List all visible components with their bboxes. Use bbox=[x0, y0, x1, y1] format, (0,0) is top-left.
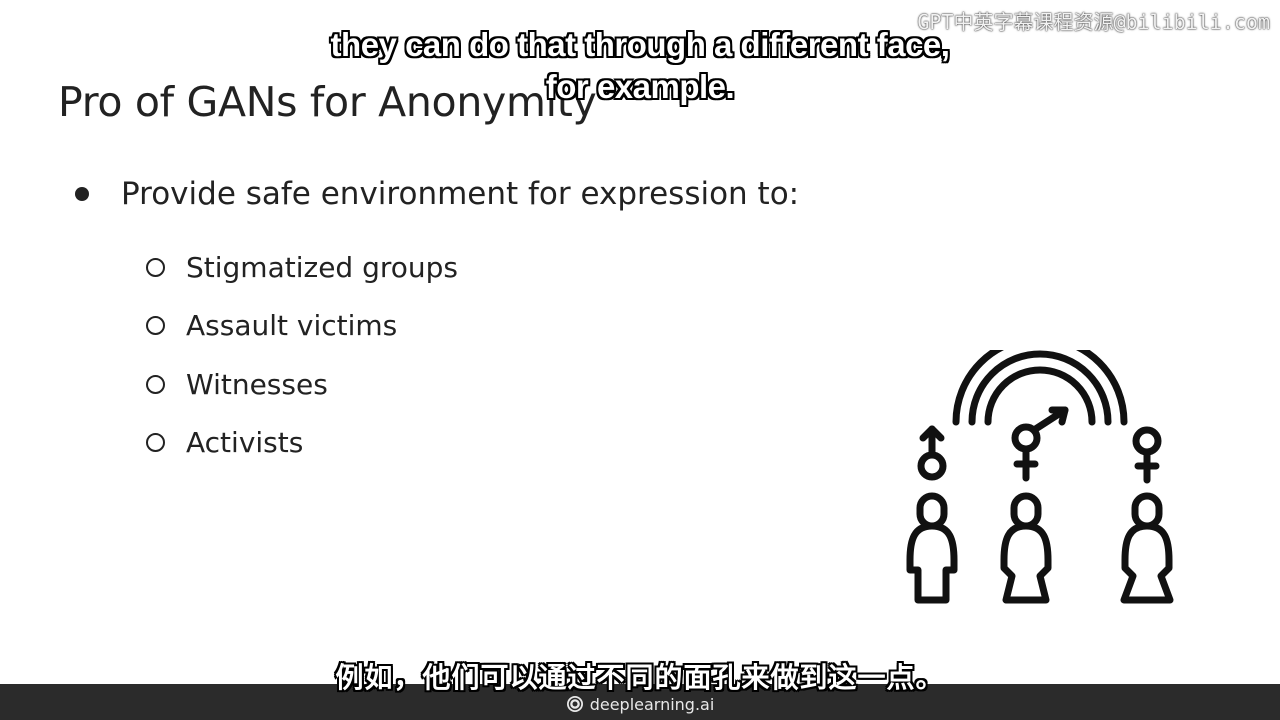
male-symbol-icon bbox=[917, 425, 947, 481]
gender-diversity-illustration bbox=[906, 350, 1174, 604]
bullet-dot-icon bbox=[75, 187, 89, 201]
list-item: Assault victims bbox=[145, 297, 458, 356]
list-item-label: Stigmatized groups bbox=[186, 250, 459, 284]
hollow-bullet-icon bbox=[146, 257, 165, 277]
english-subtitle-line: for example. bbox=[545, 68, 735, 105]
hollow-bullet-icon bbox=[146, 316, 165, 336]
transgender-symbol-icon bbox=[1011, 406, 1069, 482]
list-item: Witnesses bbox=[145, 355, 458, 414]
person-icon bbox=[906, 492, 958, 604]
person-icon bbox=[1120, 492, 1174, 604]
english-subtitle: they can do that through a different fac… bbox=[0, 24, 1280, 108]
list-item: Stigmatized groups bbox=[145, 238, 458, 297]
hollow-bullet-icon bbox=[146, 433, 165, 453]
female-symbol-icon bbox=[1132, 426, 1162, 484]
main-bullet: Provide safe environment for expression … bbox=[75, 176, 799, 212]
brand: deeplearning.ai bbox=[566, 694, 715, 714]
deeplearning-logo-icon bbox=[566, 696, 583, 712]
hollow-bullet-icon bbox=[146, 374, 165, 394]
list-item-label: Activists bbox=[186, 426, 304, 460]
list-item-label: Witnesses bbox=[186, 367, 328, 401]
english-subtitle-line: they can do that through a different fac… bbox=[330, 26, 950, 63]
chinese-subtitle: 例如，他们可以通过不同的面孔来做到这一点。 bbox=[335, 661, 945, 694]
rainbow-icon bbox=[952, 350, 1128, 426]
person-icon bbox=[1000, 492, 1052, 604]
brand-name: deeplearning.ai bbox=[589, 694, 715, 714]
sub-bullet-list: Stigmatized groups Assault victims Witne… bbox=[145, 238, 458, 472]
main-bullet-text: Provide safe environment for expression … bbox=[121, 176, 800, 212]
list-item-label: Assault victims bbox=[186, 309, 398, 343]
list-item: Activists bbox=[145, 414, 458, 473]
